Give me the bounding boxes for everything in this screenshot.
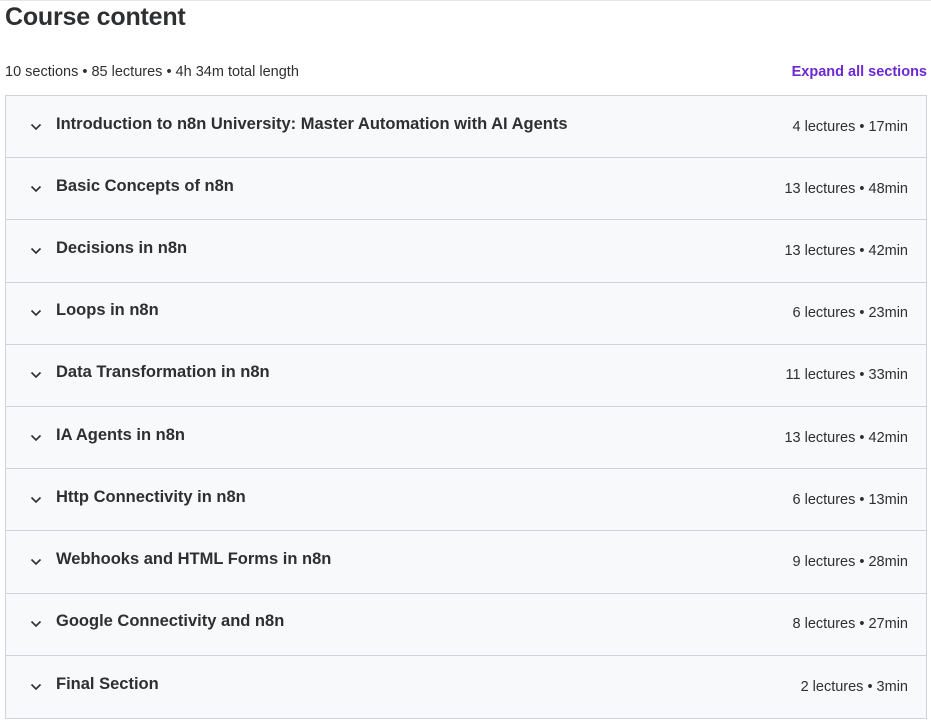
section-meta: 13 lectures • 48min xyxy=(784,180,908,197)
section-title: Loops in n8n xyxy=(56,301,159,320)
chevron-down-icon xyxy=(29,618,42,631)
section-title: Webhooks and HTML Forms in n8n xyxy=(56,549,332,568)
section-item[interactable]: Decisions in n8n 13 lectures • 42min xyxy=(6,220,926,283)
section-title: Google Connectivity and n8n xyxy=(56,612,285,631)
section-meta: 8 lectures • 27min xyxy=(792,616,909,633)
section-title: Decisions in n8n xyxy=(56,238,188,257)
section-item[interactable]: Basic Concepts of n8n 13 lectures • 48mi… xyxy=(6,158,926,221)
section-item[interactable]: Http Connectivity in n8n 6 lectures • 13… xyxy=(6,469,926,532)
chevron-down-icon xyxy=(29,493,42,506)
section-title: Basic Concepts of n8n xyxy=(56,176,234,195)
course-summary: 10 sections • 85 lectures • 4h 34m total… xyxy=(5,64,299,80)
chevron-down-icon xyxy=(29,555,42,568)
chevron-down-icon xyxy=(29,680,42,693)
course-summary-row: 10 sections • 85 lectures • 4h 34m total… xyxy=(5,62,927,82)
chevron-down-icon xyxy=(29,307,42,320)
section-item[interactable]: Data Transformation in n8n 11 lectures •… xyxy=(6,344,926,407)
section-item[interactable]: Google Connectivity and n8n 8 lectures •… xyxy=(6,593,926,656)
chevron-down-icon xyxy=(29,431,42,444)
section-item[interactable]: IA Agents in n8n 13 lectures • 42min xyxy=(6,406,926,470)
expand-all-sections-button[interactable]: Expand all sections xyxy=(792,64,927,80)
section-title: Http Connectivity in n8n xyxy=(56,487,246,506)
section-meta: 13 lectures • 42min xyxy=(784,242,908,259)
chevron-down-icon xyxy=(29,182,42,195)
chevron-down-icon xyxy=(29,369,42,382)
section-meta: 4 lectures • 17min xyxy=(792,118,909,135)
section-item[interactable]: Final Section 2 lectures • 3min xyxy=(6,655,926,718)
section-meta: 13 lectures • 42min xyxy=(784,429,908,446)
page-title: Course content xyxy=(5,3,186,31)
section-meta: 11 lectures • 33min xyxy=(785,367,908,384)
chevron-down-icon xyxy=(29,244,42,257)
section-title: Final Section xyxy=(56,674,159,693)
section-list: Introduction to n8n University: Master A… xyxy=(5,95,927,719)
section-meta: 2 lectures • 3min xyxy=(800,678,908,695)
section-item[interactable]: Introduction to n8n University: Master A… xyxy=(6,96,926,159)
section-item[interactable]: Loops in n8n 6 lectures • 23min xyxy=(6,282,926,345)
section-meta: 6 lectures • 23min xyxy=(792,305,909,322)
section-meta: 9 lectures • 28min xyxy=(792,553,909,570)
section-title: Data Transformation in n8n xyxy=(56,363,270,382)
section-title: Introduction to n8n University: Master A… xyxy=(56,114,568,133)
chevron-down-icon xyxy=(29,120,42,133)
section-meta: 6 lectures • 13min xyxy=(792,491,909,508)
section-title: IA Agents in n8n xyxy=(56,425,185,444)
section-item[interactable]: Webhooks and HTML Forms in n8n 9 lecture… xyxy=(6,531,926,594)
